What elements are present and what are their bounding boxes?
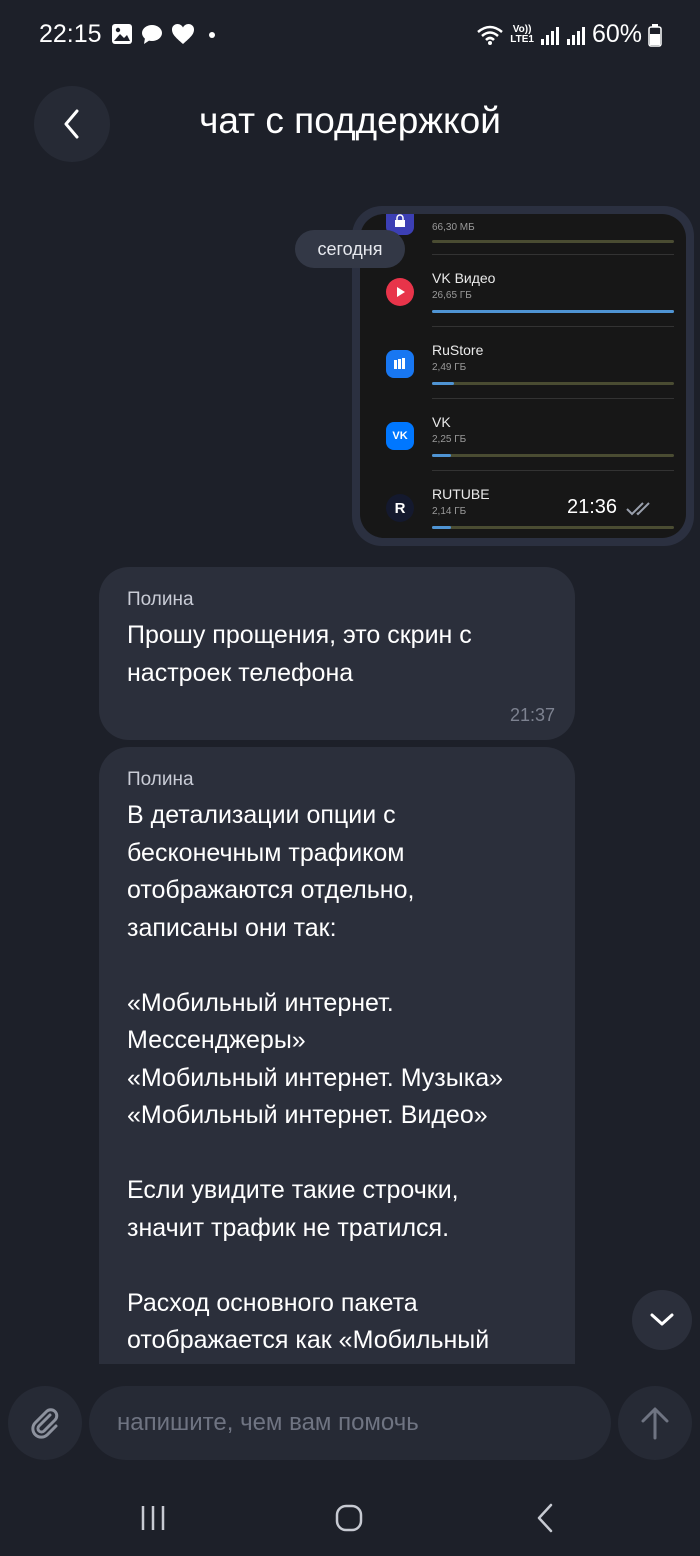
message-author: Полина xyxy=(127,589,194,610)
notification-icons xyxy=(111,23,217,45)
system-nav-bar xyxy=(0,1480,700,1556)
usage-bar xyxy=(432,382,454,385)
battery-icon xyxy=(648,23,662,47)
divider xyxy=(432,254,674,255)
page-title: чат с поддержкой xyxy=(199,100,501,141)
back-icon xyxy=(537,1503,553,1533)
paperclip-icon xyxy=(31,1408,59,1439)
app-usage-screenshot: 66,30 МБ VK Видео 26,65 ГБ RuStore 2,49 … xyxy=(360,214,686,538)
divider xyxy=(432,326,674,327)
send-button[interactable] xyxy=(618,1386,692,1460)
scroll-down-button[interactable] xyxy=(632,1290,692,1350)
system-icons: Vo)) LTE1 60% xyxy=(476,20,662,49)
lte-indicator: Vo)) LTE1 xyxy=(510,23,534,45)
divider xyxy=(432,398,674,399)
divider xyxy=(432,470,674,471)
message-time: 21:36 xyxy=(567,496,618,518)
nav-back-button[interactable] xyxy=(505,1480,585,1556)
arrow-up-icon xyxy=(641,1407,669,1440)
recent-apps-button[interactable] xyxy=(113,1480,193,1556)
heart-icon xyxy=(172,24,194,44)
app-row: VK VK 2,25 ГБ xyxy=(360,402,686,474)
chevron-down-icon xyxy=(650,1313,674,1326)
message-author: Полина xyxy=(127,769,194,790)
app-row: RuStore 2,49 ГБ xyxy=(360,330,686,402)
usage-bar xyxy=(432,454,452,457)
support-message: Полина В детализации опции с бесконечным… xyxy=(99,747,575,1387)
image-icon xyxy=(112,24,132,44)
wifi-icon xyxy=(477,25,504,45)
vk-icon: VK xyxy=(386,422,414,450)
image-message[interactable]: 66,30 МБ VK Видео 26,65 ГБ RuStore 2,49 … xyxy=(352,206,694,546)
vk-video-icon xyxy=(386,278,414,306)
usage-bar xyxy=(432,526,452,529)
rutube-icon: R xyxy=(386,494,414,522)
status-bar: 22:15 Vo)) LTE1 60% xyxy=(0,0,700,72)
app-row: 66,30 МБ xyxy=(360,214,686,246)
attach-button[interactable] xyxy=(8,1386,82,1460)
home-icon xyxy=(335,1504,363,1532)
signal-icon xyxy=(566,26,585,45)
message-time: 21:37 xyxy=(509,705,555,725)
message-text: В детализации опции с бесконечным трафик… xyxy=(127,801,504,1354)
message-input[interactable] xyxy=(89,1386,611,1460)
usage-bar xyxy=(432,310,674,313)
status-time: 22:15 xyxy=(39,20,102,48)
app-row: VK Видео 26,65 ГБ xyxy=(360,258,686,330)
recent-apps-icon xyxy=(141,1506,165,1530)
message-text: Прошу прощения, это скрин с настроек тел… xyxy=(127,621,472,687)
chat-icon xyxy=(142,25,162,44)
signal-icon xyxy=(540,26,559,45)
home-button[interactable] xyxy=(309,1480,389,1556)
support-message: Полина Прошу прощения, это скрин с настр… xyxy=(99,567,575,740)
rustore-icon xyxy=(386,350,414,378)
double-check-icon xyxy=(626,502,650,516)
dot-icon xyxy=(209,32,215,38)
battery-percent: 60% xyxy=(591,20,642,48)
date-pill: сегодня xyxy=(295,230,405,268)
